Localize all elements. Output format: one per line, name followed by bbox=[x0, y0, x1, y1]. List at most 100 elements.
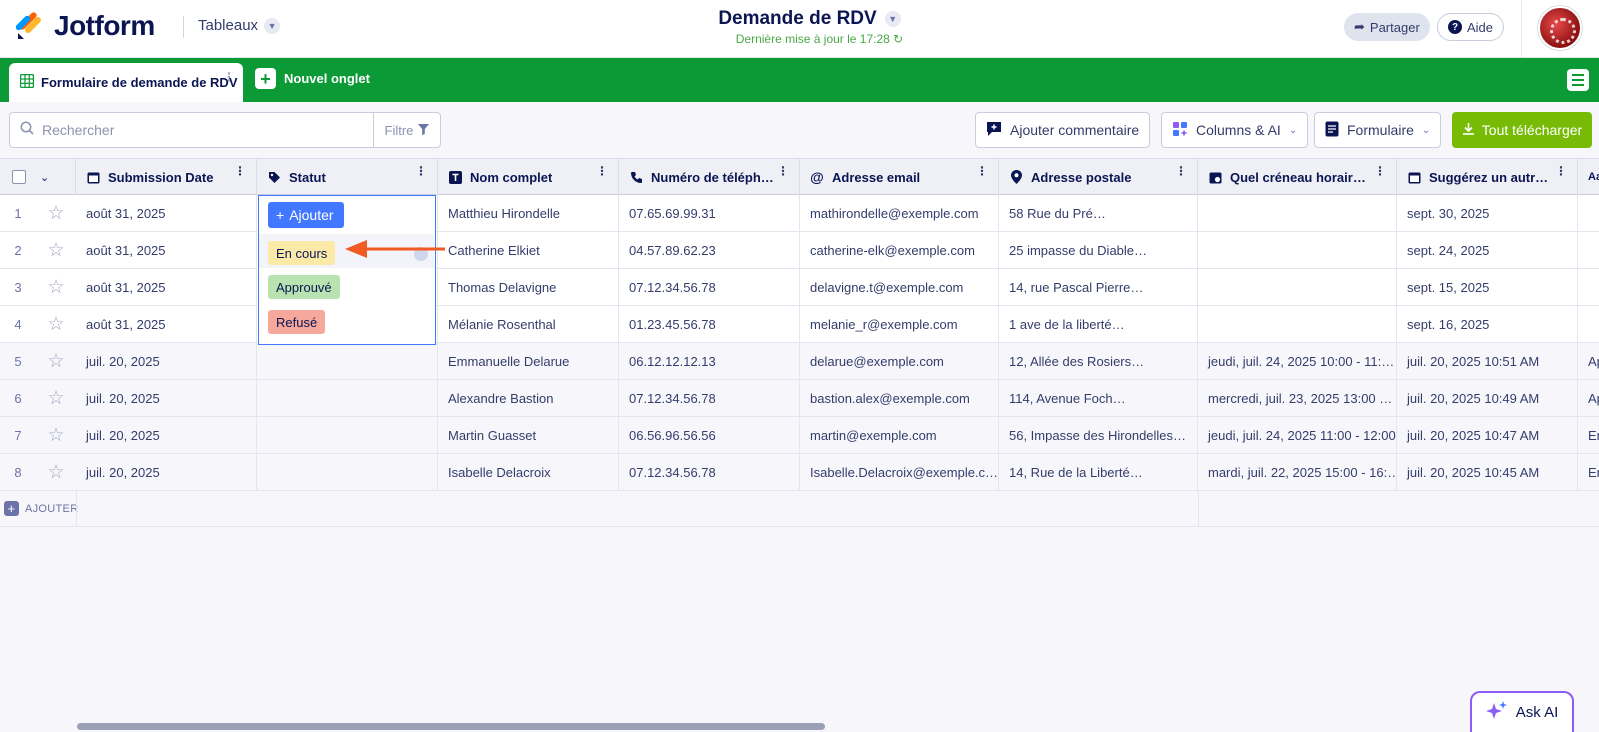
status-option-refuse[interactable]: Refusé bbox=[268, 310, 326, 334]
row-number[interactable]: 4 bbox=[0, 306, 36, 342]
tab-options-icon[interactable]: ⋮ bbox=[223, 71, 235, 83]
cell-submission-date[interactable]: août 31, 2025 bbox=[76, 269, 257, 305]
cell-submission-date[interactable]: juil. 20, 2025 bbox=[76, 380, 257, 416]
cell-adresse[interactable]: 12, Allée des Rosiers… bbox=[999, 343, 1198, 379]
document-title-text[interactable]: Demande de RDV bbox=[718, 8, 876, 30]
star-icon[interactable]: ☆ bbox=[36, 195, 76, 231]
cell-extra[interactable]: Ap bbox=[1578, 380, 1599, 416]
hamburger-menu-icon[interactable] bbox=[1567, 69, 1589, 91]
cell-suggerez[interactable]: juil. 20, 2025 10:45 AM bbox=[1397, 454, 1578, 490]
cell-extra[interactable] bbox=[1578, 306, 1599, 342]
star-icon[interactable]: ☆ bbox=[36, 417, 76, 453]
cell-extra[interactable]: Ap bbox=[1578, 343, 1599, 379]
cell-email[interactable]: delavigne.t@exemple.com bbox=[800, 269, 999, 305]
cell-suggerez[interactable]: juil. 20, 2025 10:51 AM bbox=[1397, 343, 1578, 379]
cell-suggerez[interactable]: sept. 30, 2025 bbox=[1397, 195, 1578, 231]
cell-adresse[interactable]: 25 impasse du Diable… bbox=[999, 232, 1198, 268]
tab-form[interactable]: Formulaire de demande de RDV ⋮ bbox=[9, 63, 243, 102]
cell-creneau[interactable] bbox=[1198, 232, 1397, 268]
cell-submission-date[interactable]: août 31, 2025 bbox=[76, 195, 257, 231]
column-header-nom-complet[interactable]: Nom complet ⋮ bbox=[438, 159, 619, 195]
cell-extra[interactable] bbox=[1578, 195, 1599, 231]
cell-email[interactable]: mathirondelle@exemple.com bbox=[800, 195, 999, 231]
add-status-button[interactable]: + Ajouter bbox=[268, 202, 344, 228]
column-header-submission-date[interactable]: Submission Date ⋮ bbox=[76, 159, 257, 195]
table-row[interactable]: 5 ☆ juil. 20, 2025 Emmanuelle Delarue 06.12.… bbox=[0, 343, 1599, 380]
cell-submission-date[interactable]: août 31, 2025 bbox=[76, 232, 257, 268]
cell-statut[interactable] bbox=[257, 343, 438, 379]
column-header-suggerez[interactable]: Suggérez un autr… ⋮ bbox=[1397, 159, 1578, 195]
cell-adresse[interactable]: 56, Impasse des Hirondelles… bbox=[999, 417, 1198, 453]
cell-suggerez[interactable]: sept. 24, 2025 bbox=[1397, 232, 1578, 268]
chevron-down-icon[interactable]: ▼ bbox=[884, 11, 901, 27]
star-icon[interactable]: ☆ bbox=[36, 454, 76, 490]
star-icon[interactable]: ☆ bbox=[36, 343, 76, 379]
cell-telephone[interactable]: 06.12.12.12.13 bbox=[619, 343, 800, 379]
cell-telephone[interactable]: 04.57.89.62.23 bbox=[619, 232, 800, 268]
cell-statut[interactable] bbox=[257, 417, 438, 453]
status-option-approuve[interactable]: Approuvé bbox=[268, 275, 340, 299]
cell-submission-date[interactable]: août 31, 2025 bbox=[76, 306, 257, 342]
cell-adresse[interactable]: 58 Rue du Pré… bbox=[999, 195, 1198, 231]
row-number[interactable]: 8 bbox=[0, 454, 36, 490]
status-option-en-cours[interactable]: En cours bbox=[268, 241, 336, 265]
table-row[interactable]: 3 ☆ août 31, 2025 Thomas Delavigne 07.12.34.… bbox=[0, 269, 1599, 306]
star-icon[interactable]: ☆ bbox=[36, 306, 76, 342]
cell-nom-complet[interactable]: Catherine Elkiet bbox=[438, 232, 619, 268]
cell-telephone[interactable]: 07.12.34.56.78 bbox=[619, 454, 800, 490]
cell-adresse[interactable]: 14, Rue de la Liberté… bbox=[999, 454, 1198, 490]
cell-submission-date[interactable]: juil. 20, 2025 bbox=[76, 454, 257, 490]
cell-extra[interactable]: En bbox=[1578, 417, 1599, 453]
cell-creneau[interactable] bbox=[1198, 195, 1397, 231]
download-all-button[interactable]: Tout télécharger bbox=[1452, 112, 1592, 148]
cell-adresse[interactable]: 14, rue Pascal Pierre… bbox=[999, 269, 1198, 305]
star-icon[interactable]: ☆ bbox=[36, 232, 76, 268]
cell-telephone[interactable]: 07.65.69.99.31 bbox=[619, 195, 800, 231]
cell-suggerez[interactable]: sept. 16, 2025 bbox=[1397, 306, 1578, 342]
ask-ai-button[interactable]: Ask AI bbox=[1470, 691, 1574, 732]
columns-ai-button[interactable]: Columns & AI ⌄ bbox=[1161, 112, 1309, 148]
column-options-icon[interactable]: ⋮ bbox=[234, 165, 246, 177]
cell-creneau[interactable]: mercredi, juil. 23, 2025 13:00 … bbox=[1198, 380, 1397, 416]
cell-nom-complet[interactable]: Emmanuelle Delarue bbox=[438, 343, 619, 379]
cell-telephone[interactable]: 07.12.34.56.78 bbox=[619, 380, 800, 416]
cell-extra[interactable] bbox=[1578, 232, 1599, 268]
column-header-creneau[interactable]: Quel créneau horaire… ⋮ bbox=[1198, 159, 1397, 195]
cell-creneau[interactable] bbox=[1198, 269, 1397, 305]
cell-suggerez[interactable]: juil. 20, 2025 10:47 AM bbox=[1397, 417, 1578, 453]
cell-email[interactable]: martin@exemple.com bbox=[800, 417, 999, 453]
column-options-icon[interactable]: ⋮ bbox=[415, 165, 427, 177]
star-icon[interactable]: ☆ bbox=[36, 380, 76, 416]
column-options-icon[interactable]: ⋮ bbox=[596, 165, 608, 177]
add-row-button[interactable]: + AJOUTER bbox=[4, 501, 78, 516]
cell-email[interactable]: melanie_r@exemple.com bbox=[800, 306, 999, 342]
add-comment-button[interactable]: Ajouter commentaire bbox=[975, 112, 1151, 148]
cell-email[interactable]: Isabelle.Delacroix@exemple.c… bbox=[800, 454, 999, 490]
column-header-extra[interactable]: Aa bbox=[1578, 159, 1599, 195]
cell-telephone[interactable]: 07.12.34.56.78 bbox=[619, 269, 800, 305]
form-button[interactable]: Formulaire ⌄ bbox=[1314, 112, 1442, 148]
column-header-telephone[interactable]: Numéro de téléph… ⋮ bbox=[619, 159, 800, 195]
cell-submission-date[interactable]: juil. 20, 2025 bbox=[76, 343, 257, 379]
column-header-email[interactable]: @ Adresse email ⋮ bbox=[800, 159, 999, 195]
column-options-icon[interactable]: ⋮ bbox=[976, 165, 988, 177]
select-all-checkbox[interactable] bbox=[12, 170, 26, 184]
share-button[interactable]: ➦ Partager bbox=[1344, 13, 1430, 41]
chevron-down-icon[interactable]: ⌄ bbox=[40, 171, 49, 184]
column-header-statut[interactable]: Statut ⋮ bbox=[257, 159, 438, 195]
star-icon[interactable]: ☆ bbox=[36, 269, 76, 305]
cell-statut[interactable] bbox=[257, 454, 438, 490]
column-options-icon[interactable]: ⋮ bbox=[1374, 165, 1386, 177]
row-number[interactable]: 5 bbox=[0, 343, 36, 379]
search-input[interactable] bbox=[42, 122, 342, 138]
column-options-icon[interactable]: ⋮ bbox=[1175, 165, 1187, 177]
cell-statut[interactable] bbox=[257, 380, 438, 416]
avatar[interactable] bbox=[1538, 6, 1582, 50]
table-row[interactable]: 6 ☆ juil. 20, 2025 Alexandre Bastion 07.12.3… bbox=[0, 380, 1599, 417]
cell-adresse[interactable]: 1 ave de la liberté… bbox=[999, 306, 1198, 342]
table-row[interactable]: 7 ☆ juil. 20, 2025 Martin Guasset 06.56.96.5… bbox=[0, 417, 1599, 454]
row-number[interactable]: 6 bbox=[0, 380, 36, 416]
row-number[interactable]: 7 bbox=[0, 417, 36, 453]
row-number[interactable]: 2 bbox=[0, 232, 36, 268]
cell-adresse[interactable]: 114, Avenue Foch… bbox=[999, 380, 1198, 416]
